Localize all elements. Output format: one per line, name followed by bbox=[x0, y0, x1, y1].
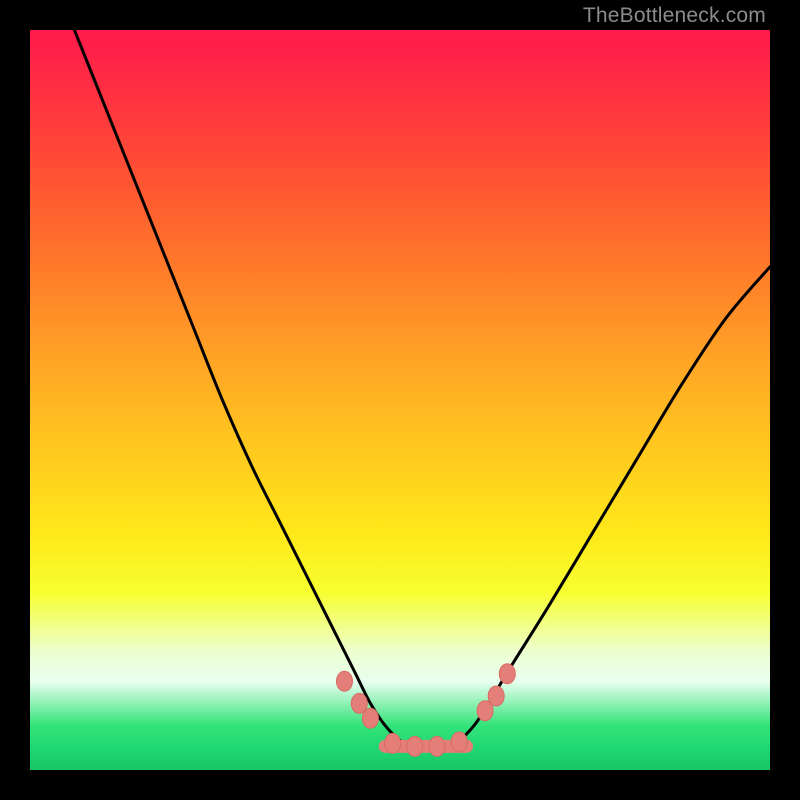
chart-frame: TheBottleneck.com bbox=[0, 0, 800, 800]
curve-marker bbox=[488, 686, 504, 706]
curve-marker bbox=[385, 733, 401, 753]
curve-marker bbox=[337, 671, 353, 691]
bottleneck-curve-path bbox=[74, 30, 770, 748]
plot-area bbox=[30, 30, 770, 770]
curve-marker bbox=[407, 736, 423, 756]
curve-marker bbox=[499, 664, 515, 684]
curve-marker bbox=[362, 708, 378, 728]
curve-marker bbox=[429, 736, 445, 756]
curve-marker bbox=[451, 732, 467, 752]
watermark-text: TheBottleneck.com bbox=[583, 4, 766, 28]
bottleneck-curve-svg bbox=[30, 30, 770, 770]
